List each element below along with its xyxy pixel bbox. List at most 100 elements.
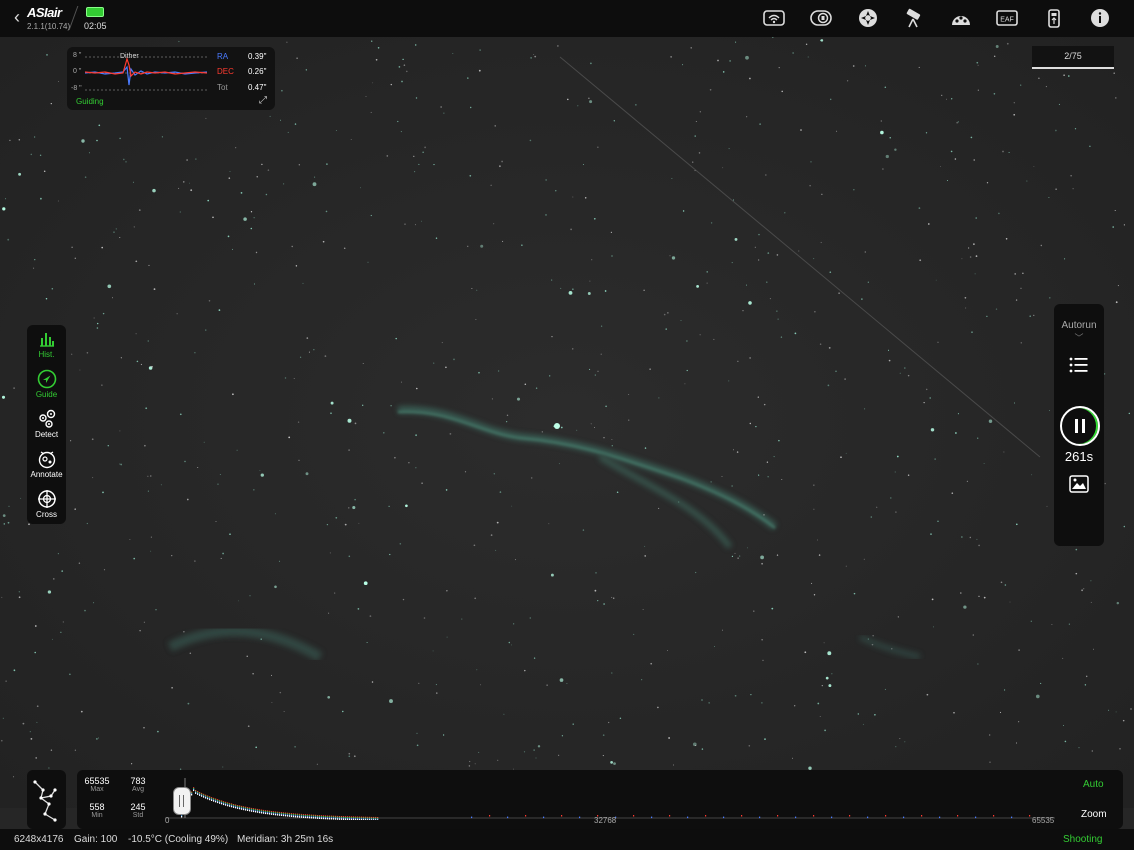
star xyxy=(370,214,372,217)
star xyxy=(818,554,821,556)
star xyxy=(813,508,815,510)
histogram-sample xyxy=(251,810,253,812)
star xyxy=(731,555,734,558)
constellation-preview[interactable] xyxy=(27,770,66,829)
auto-stretch-button[interactable]: Auto xyxy=(1083,779,1104,790)
histogram-sample xyxy=(849,815,851,817)
star xyxy=(784,212,786,214)
filter-wheel-icon[interactable] xyxy=(950,8,972,28)
star xyxy=(79,369,81,371)
wifi-icon[interactable] xyxy=(763,8,785,28)
star xyxy=(713,338,715,340)
nebula xyxy=(167,406,921,662)
star xyxy=(129,539,131,541)
star xyxy=(853,592,856,595)
star xyxy=(446,590,448,592)
star xyxy=(1085,675,1088,678)
star xyxy=(608,721,610,724)
stretch-slider-handle[interactable] xyxy=(173,787,191,815)
star xyxy=(749,422,752,425)
detect-button[interactable]: Detect xyxy=(27,409,66,439)
star xyxy=(665,328,667,330)
expand-icon[interactable]: ⤢ xyxy=(259,95,267,106)
star xyxy=(20,497,22,499)
star xyxy=(386,155,389,157)
histogram-sample xyxy=(301,816,303,818)
star xyxy=(976,538,978,540)
star xyxy=(610,231,613,234)
star xyxy=(748,745,751,747)
star xyxy=(930,533,932,535)
guide-button[interactable]: Guide xyxy=(27,369,66,399)
star xyxy=(330,412,332,415)
star xyxy=(9,139,11,142)
star xyxy=(857,713,859,715)
star xyxy=(443,112,445,114)
star xyxy=(101,246,103,249)
histogram-sample xyxy=(651,816,653,819)
star xyxy=(644,447,647,449)
mount-icon[interactable] xyxy=(857,8,879,28)
annotate-button[interactable]: Annotate xyxy=(27,449,66,479)
histogram-sample xyxy=(221,802,223,805)
star xyxy=(418,163,420,165)
histogram-sample xyxy=(633,815,635,817)
telescope-icon[interactable] xyxy=(903,8,925,28)
star xyxy=(590,423,592,425)
usb-icon[interactable] xyxy=(1043,8,1065,28)
guiding-graph-panel[interactable]: 8 " 0 " -8 " Dither RA 0.39" DEC 0.26" T… xyxy=(67,47,275,110)
histogram-sample xyxy=(377,819,379,820)
histogram-sample xyxy=(253,810,255,813)
star xyxy=(582,164,584,165)
eaf-icon[interactable]: EAF xyxy=(996,8,1018,28)
image-icon[interactable] xyxy=(1069,475,1089,493)
star xyxy=(43,170,46,173)
star xyxy=(61,570,64,572)
star xyxy=(143,621,146,623)
divider xyxy=(68,6,79,30)
list-icon[interactable] xyxy=(1069,356,1089,374)
star xyxy=(246,655,248,657)
histogram-sample xyxy=(279,814,281,816)
star xyxy=(613,597,615,599)
star xyxy=(521,244,523,246)
back-icon[interactable]: ‹ xyxy=(14,7,20,28)
chevron-down-icon[interactable]: ﹀ xyxy=(1054,331,1104,344)
star xyxy=(405,504,408,508)
star xyxy=(995,45,999,48)
histogram-sample xyxy=(777,815,779,817)
star xyxy=(764,738,766,740)
star xyxy=(22,722,25,725)
gain-readout: Gain: 100 xyxy=(74,834,118,845)
stat-std-value: 245 xyxy=(130,802,146,812)
hist-button[interactable]: Hist. xyxy=(27,329,66,359)
star xyxy=(657,706,659,709)
star xyxy=(50,102,52,105)
camera-icon[interactable] xyxy=(810,8,832,28)
star xyxy=(414,171,416,173)
star xyxy=(595,572,597,574)
star xyxy=(1113,72,1115,74)
histogram-sample xyxy=(215,800,217,803)
star xyxy=(2,717,4,719)
star xyxy=(838,292,840,294)
star xyxy=(436,692,438,694)
info-icon[interactable] xyxy=(1089,8,1111,28)
star xyxy=(734,237,738,241)
star xyxy=(762,659,764,662)
star xyxy=(680,320,682,321)
histogram-sample xyxy=(297,816,299,818)
sky-image-viewer[interactable] xyxy=(0,37,1134,808)
star xyxy=(794,705,796,707)
autorun-title[interactable]: Autorun xyxy=(1054,320,1104,331)
zoom-button[interactable]: Zoom xyxy=(1081,809,1107,820)
star xyxy=(96,738,98,740)
star xyxy=(1014,273,1016,275)
star xyxy=(0,739,3,742)
cross-button[interactable]: Cross xyxy=(27,489,66,519)
histogram-sample xyxy=(271,813,273,815)
star xyxy=(50,749,53,751)
pause-button[interactable] xyxy=(1060,406,1100,446)
histogram-sample xyxy=(669,815,671,817)
histogram-sample xyxy=(293,815,295,818)
